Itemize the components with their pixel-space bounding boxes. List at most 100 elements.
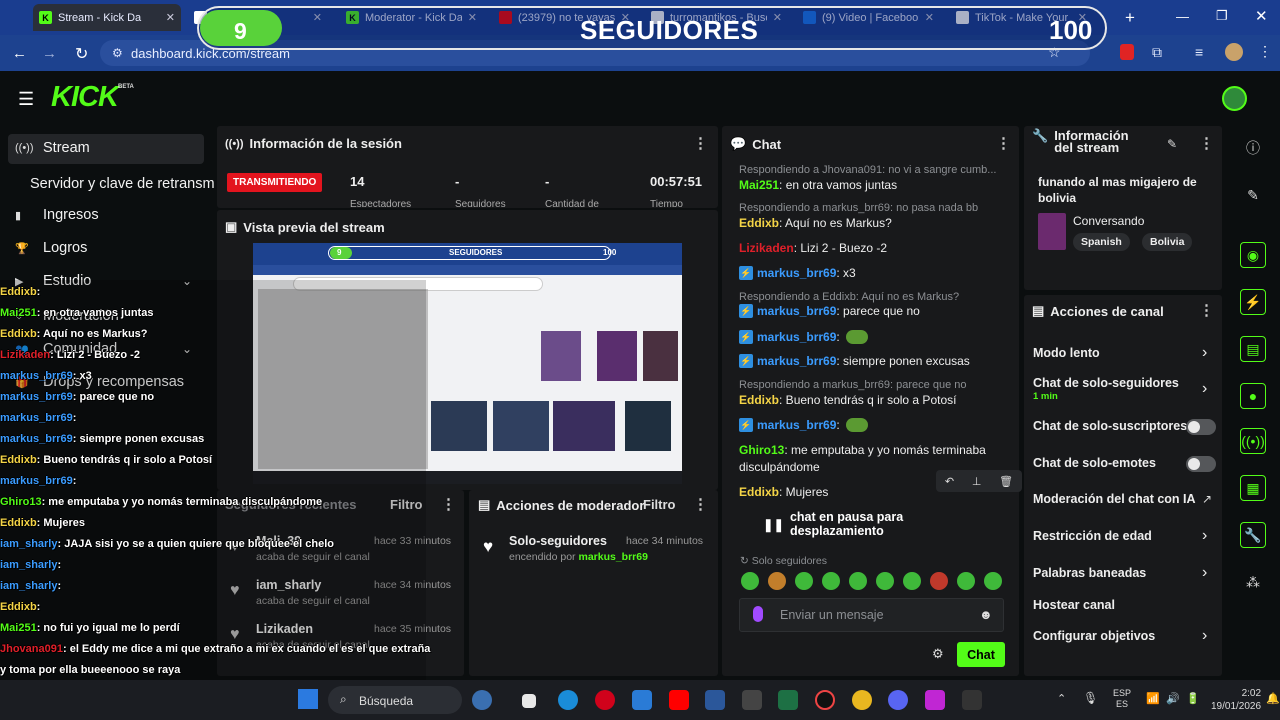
emote-icon[interactable] bbox=[768, 572, 786, 590]
chevron-right-icon[interactable]: › bbox=[1202, 344, 1207, 362]
edge-icon[interactable] bbox=[558, 690, 578, 710]
microphone-tray-icon[interactable]: 🎙 bbox=[1083, 691, 1098, 705]
broadcast-icon[interactable]: ((•)) bbox=[1240, 428, 1266, 454]
language-indicator[interactable]: ESP ES bbox=[1113, 688, 1131, 710]
app-icon-2[interactable] bbox=[925, 690, 945, 710]
chat-username[interactable]: markus_brr69 bbox=[757, 418, 836, 432]
browser-tab[interactable]: K Stream - Kick Da ✕ bbox=[33, 4, 181, 31]
profile-avatar[interactable] bbox=[1225, 43, 1243, 61]
mod-action-by[interactable]: markus_brr69 bbox=[578, 551, 647, 563]
sidebar-item[interactable]: ▮ Ingresos bbox=[15, 207, 99, 223]
tray-chevron-icon[interactable]: ⌃ bbox=[1057, 692, 1066, 705]
chat-reply-context[interactable]: Respondiendo a Jhovana091: no vi a sangr… bbox=[739, 164, 996, 176]
chevron-right-icon[interactable]: › bbox=[1202, 564, 1207, 582]
send-chat-button[interactable]: Chat bbox=[957, 642, 1005, 667]
chat-message[interactable]: ⚡ markus_brr69: x3 bbox=[739, 266, 856, 280]
chat-message[interactable]: Eddixb: Aquí no es Markus? bbox=[739, 216, 892, 230]
hamburger-menu-icon[interactable]: ☰ bbox=[18, 89, 34, 110]
emote-icon[interactable] bbox=[876, 572, 894, 590]
chevron-right-icon[interactable]: › bbox=[1202, 527, 1207, 545]
channel-action-label[interactable]: Chat de solo-emotes bbox=[1033, 456, 1156, 470]
youtube-icon[interactable] bbox=[669, 690, 689, 710]
chat-message[interactable]: ⚡ markus_brr69: siempre ponen excusas bbox=[739, 354, 970, 368]
session-menu-icon[interactable]: ⋮ bbox=[693, 134, 708, 152]
taskbar-clock[interactable]: 2:02 19/01/2026 bbox=[1211, 687, 1261, 713]
layout-icon[interactable]: ▦ bbox=[1240, 475, 1266, 501]
channel-action-label[interactable]: Restricción de edad bbox=[1033, 529, 1152, 543]
channel-action-label[interactable]: Hostear canal bbox=[1033, 598, 1115, 612]
chat-message[interactable]: ⚡ markus_brr69: bbox=[739, 418, 868, 432]
mail-icon[interactable] bbox=[632, 690, 652, 710]
emote-icon[interactable] bbox=[795, 572, 813, 590]
user-avatar[interactable] bbox=[1222, 86, 1247, 111]
edit-icon[interactable]: ✎ bbox=[1240, 182, 1266, 208]
tools-icon[interactable]: 🔧 bbox=[1240, 522, 1266, 548]
emote-icon[interactable] bbox=[849, 572, 867, 590]
chat-message[interactable]: Lizikaden: Lizi 2 - Buezo -2 bbox=[739, 241, 887, 255]
chat-message[interactable]: ⚡ markus_brr69: parece que no bbox=[739, 304, 920, 318]
emote-icon[interactable] bbox=[984, 572, 1002, 590]
chat-message[interactable]: Mai251: en otra vamos juntas bbox=[739, 178, 897, 192]
channel-action-label[interactable]: Palabras baneadas bbox=[1033, 566, 1146, 580]
stream-tag[interactable]: Bolivia bbox=[1142, 233, 1193, 251]
microphone-icon[interactable] bbox=[753, 606, 763, 622]
channel-action-label[interactable]: Chat de solo-seguidores bbox=[1033, 376, 1179, 390]
chat-username[interactable]: Lizikaden bbox=[739, 241, 794, 255]
chat-username[interactable]: Mai251 bbox=[739, 178, 779, 192]
channel-action-label[interactable]: Moderación del chat con IA bbox=[1033, 492, 1196, 506]
reload-icon[interactable]: ↻ bbox=[75, 44, 88, 64]
sidebar-item[interactable]: ((•)) Stream bbox=[15, 140, 90, 156]
extensions-puzzle-icon[interactable]: ⧉ bbox=[1152, 44, 1162, 61]
emote-icon[interactable] bbox=[903, 572, 921, 590]
weather-icon[interactable] bbox=[472, 690, 492, 710]
wifi-icon[interactable]: 📶 bbox=[1146, 692, 1160, 705]
chat-username[interactable]: markus_brr69 bbox=[757, 330, 836, 344]
emoji-picker-icon[interactable]: ☻ bbox=[979, 607, 993, 622]
integrations-icon[interactable]: ⁂ bbox=[1240, 569, 1266, 595]
close-tab-icon[interactable]: ✕ bbox=[166, 11, 175, 24]
discord-icon[interactable] bbox=[888, 690, 908, 710]
toggle-switch[interactable] bbox=[1186, 419, 1216, 435]
delete-icon[interactable]: 🗑 bbox=[999, 475, 1013, 488]
stream-info-menu-icon[interactable]: ⋮ bbox=[1199, 134, 1214, 152]
chevron-right-icon[interactable]: › bbox=[1202, 627, 1207, 645]
excel-icon[interactable] bbox=[778, 690, 798, 710]
minimize-button[interactable]: — bbox=[1176, 9, 1189, 24]
windows-start-icon[interactable] bbox=[298, 689, 318, 709]
chat-menu-icon[interactable]: ⋮ bbox=[996, 134, 1011, 152]
chat-paused-banner[interactable]: ❚❚ chat en pausa para desplazamiento bbox=[757, 510, 989, 538]
chevron-right-icon[interactable]: › bbox=[1202, 380, 1207, 398]
lightning-icon[interactable]: ⚡ bbox=[1240, 289, 1266, 315]
chat-username[interactable]: Ghiro13 bbox=[739, 443, 784, 457]
volume-icon[interactable]: 🔊 bbox=[1166, 692, 1180, 705]
mod-menu-icon[interactable]: ⋮ bbox=[693, 495, 708, 513]
kick-logo[interactable]: KICK bbox=[51, 81, 119, 114]
chat-bubble-icon[interactable]: ● bbox=[1240, 383, 1266, 409]
info-icon[interactable]: ⓘ bbox=[1240, 135, 1266, 161]
maximize-button[interactable]: ❐ bbox=[1216, 8, 1228, 24]
emote-icon[interactable] bbox=[930, 572, 948, 590]
chat-username[interactable]: Eddixb bbox=[739, 393, 779, 407]
task-view-icon[interactable] bbox=[522, 694, 536, 708]
channel-action-label[interactable]: Chat de solo-suscriptores bbox=[1033, 419, 1187, 433]
chat-username[interactable]: markus_brr69 bbox=[757, 266, 836, 280]
chat-reply-context[interactable]: Respondiendo a Eddixb: Aquí no es Markus… bbox=[739, 291, 959, 303]
camera-icon[interactable]: ◉ bbox=[1240, 242, 1266, 268]
chat-username[interactable]: Eddixb bbox=[739, 216, 779, 230]
sidebar-item[interactable]: 🏆 Logros bbox=[15, 240, 87, 256]
forward-icon[interactable]: → bbox=[42, 45, 57, 62]
chat-username[interactable]: Eddixb bbox=[739, 485, 779, 499]
channel-action-label[interactable]: Configurar objetivos bbox=[1033, 629, 1155, 643]
emote-icon[interactable] bbox=[957, 572, 975, 590]
chat-message[interactable]: ⚡ markus_brr69: bbox=[739, 330, 868, 344]
obs-icon[interactable] bbox=[815, 690, 835, 710]
app-icon[interactable] bbox=[742, 690, 762, 710]
mod-filter-button[interactable]: Filtro bbox=[643, 497, 676, 512]
chat-reply-context[interactable]: Respondiendo a markus_brr69: parece que … bbox=[739, 379, 966, 391]
browser-menu-icon[interactable]: ⋮ bbox=[1258, 43, 1272, 60]
chat-username[interactable]: markus_brr69 bbox=[757, 304, 836, 318]
site-info-icon[interactable]: ⚙ bbox=[112, 46, 123, 60]
opera-icon[interactable] bbox=[595, 690, 615, 710]
chrome-icon[interactable] bbox=[852, 690, 872, 710]
word-icon[interactable] bbox=[705, 690, 725, 710]
